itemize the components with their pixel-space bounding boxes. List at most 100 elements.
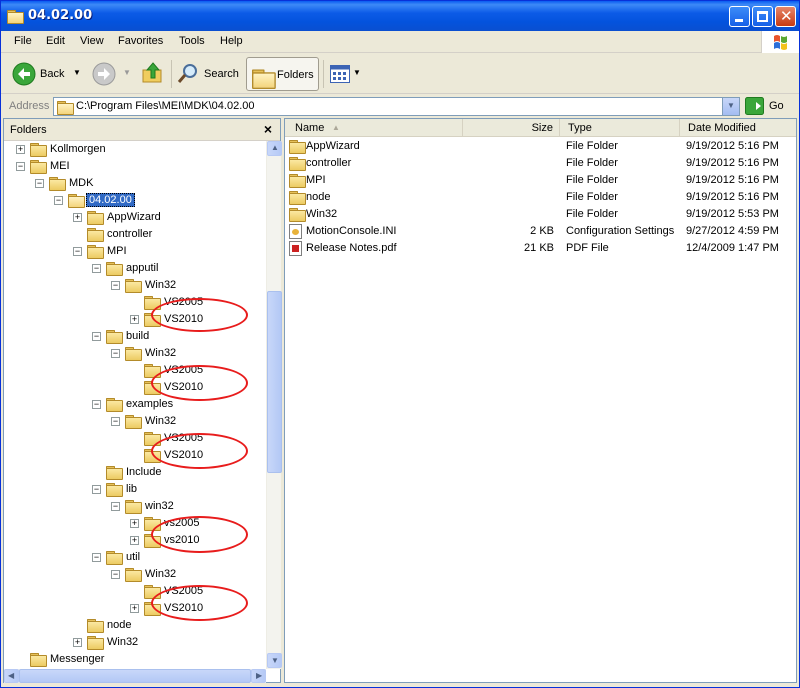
collapse-icon[interactable]: − [111,349,120,358]
collapse-icon[interactable]: − [92,400,101,409]
tree-horizontal-scrollbar[interactable]: ◀ ▶ [4,669,266,683]
back-arrow-icon [12,62,36,86]
search-button[interactable]: Search [174,57,242,91]
address-dropdown-button[interactable]: ▼ [722,98,739,115]
tree-node[interactable]: − Win32 [4,277,266,294]
forward-button[interactable]: ▼ [89,57,135,91]
tree-node-label: apputil [126,262,159,274]
menu-file[interactable]: File [14,35,32,47]
tree-scroll-thumb[interactable] [267,291,282,473]
tree-horizontal-scroll-thumb[interactable] [19,669,251,683]
collapse-icon[interactable]: − [92,332,101,341]
file-type: Configuration Settings [566,225,675,237]
menu-favorites[interactable]: Favorites [118,35,163,47]
file-row[interactable]: Release Notes.pdf 21 KB PDF File 12/4/2009 … [285,240,796,257]
tree-node[interactable]: − Win32 [4,345,266,362]
up-button[interactable] [139,57,167,91]
tree-node[interactable]: − util [4,549,266,566]
collapse-icon[interactable]: − [16,162,25,171]
tree-node-label: examples [126,398,174,410]
scroll-up-button[interactable]: ▲ [267,141,282,156]
expand-icon[interactable]: + [73,213,82,222]
folder-icon [289,190,306,205]
collapse-icon[interactable]: − [92,553,101,562]
forward-dropdown-icon[interactable]: ▼ [123,68,131,77]
expand-icon[interactable]: + [130,519,139,528]
tree-node[interactable]: − MEI [4,158,266,175]
tree-node[interactable]: − MDK [4,175,266,192]
scroll-down-button[interactable]: ▼ [267,653,282,668]
column-header-date-modified[interactable]: Date Modified [680,119,796,137]
collapse-icon[interactable]: − [92,264,101,273]
chevron-right-icon: ▶ [256,671,263,680]
window-bottom-edge [1,684,799,687]
collapse-icon[interactable]: − [35,179,44,188]
expand-icon[interactable]: + [73,638,82,647]
collapse-icon[interactable]: − [92,485,101,494]
back-button[interactable]: Back ▼ [9,57,87,91]
tree-node-label: MPI [107,245,127,257]
tree-node[interactable]: − Win32 [4,566,266,583]
menu-edit[interactable]: Edit [46,35,65,47]
folders-button[interactable]: Folders [246,57,319,91]
tree-node[interactable]: − win32 [4,498,266,515]
close-button[interactable]: ✕ [775,6,796,27]
file-row[interactable]: Win32 File Folder 9/19/2012 5:53 PM [285,206,796,223]
scroll-right-button[interactable]: ▶ [251,669,266,683]
chevron-down-icon: ▼ [271,656,279,665]
tree-node[interactable]: + Win32 [4,634,266,651]
tree-node[interactable]: − lib [4,481,266,498]
file-row[interactable]: MotionConsole.INI 2 KB Configuration Setti… [285,223,796,240]
collapse-icon[interactable]: − [111,417,120,426]
views-dropdown-icon[interactable]: ▼ [353,68,361,77]
tree-node[interactable]: + Kollmorgen [4,141,266,158]
tree-node[interactable]: Include [4,464,266,481]
address-input[interactable]: C:\Program Files\MEI\MDK\04.02.00 ▼ [53,97,740,116]
column-header-type[interactable]: Type [560,119,680,137]
collapse-icon[interactable]: − [111,502,120,511]
folders-pane-title: Folders [10,124,47,136]
expand-icon[interactable]: + [130,604,139,613]
tree-node[interactable]: − examples [4,396,266,413]
pdf-file-icon [289,241,302,256]
expand-icon[interactable]: + [16,145,25,154]
tree-node[interactable]: controller [4,226,266,243]
collapse-icon[interactable]: − [111,570,120,579]
column-header-size[interactable]: Size [463,119,560,137]
toolbar-separator [323,60,324,88]
tree-node[interactable]: − 04.02.00 [4,192,266,209]
menu-help[interactable]: Help [220,35,243,47]
menu-tools[interactable]: Tools [179,35,205,47]
back-dropdown-icon[interactable]: ▼ [73,68,81,77]
tree-node[interactable]: − build [4,328,266,345]
collapse-icon[interactable]: − [111,281,120,290]
tree-node-label: Kollmorgen [50,143,106,155]
tree-node[interactable]: − Win32 [4,413,266,430]
file-row[interactable]: MPI File Folder 9/19/2012 5:16 PM [285,172,796,189]
collapse-icon[interactable]: − [54,196,63,205]
folders-label: Folders [277,69,314,81]
tree-node[interactable]: + AppWizard [4,209,266,226]
expand-icon[interactable]: + [130,536,139,545]
tree-node[interactable]: − MPI [4,243,266,260]
folder-icon [87,244,104,259]
file-row[interactable]: AppWizard File Folder 9/19/2012 5:16 PM [285,138,796,155]
views-button[interactable]: ▼ [327,57,363,91]
file-row[interactable]: controller File Folder 9/19/2012 5:16 PM [285,155,796,172]
tree-node[interactable]: − apputil [4,260,266,277]
tree-node[interactable]: node [4,617,266,634]
file-name: controller [306,157,352,169]
minimize-button[interactable] [729,6,750,27]
tree-vertical-scrollbar[interactable]: ▲ ▼ [266,141,282,669]
tree-node[interactable]: Messenger [4,651,266,668]
collapse-icon[interactable]: − [73,247,82,256]
go-button[interactable]: Go [745,97,795,115]
file-row[interactable]: node File Folder 9/19/2012 5:16 PM [285,189,796,206]
column-header-name[interactable]: Name ▲ [285,119,463,137]
folders-pane-close-button[interactable]: × [264,121,272,137]
title-bar[interactable]: 04.02.00 ✕ [1,1,799,31]
menu-view[interactable]: View [80,35,104,47]
expand-icon[interactable]: + [130,315,139,324]
maximize-button[interactable] [752,6,773,27]
scroll-left-button[interactable]: ◀ [4,669,19,683]
